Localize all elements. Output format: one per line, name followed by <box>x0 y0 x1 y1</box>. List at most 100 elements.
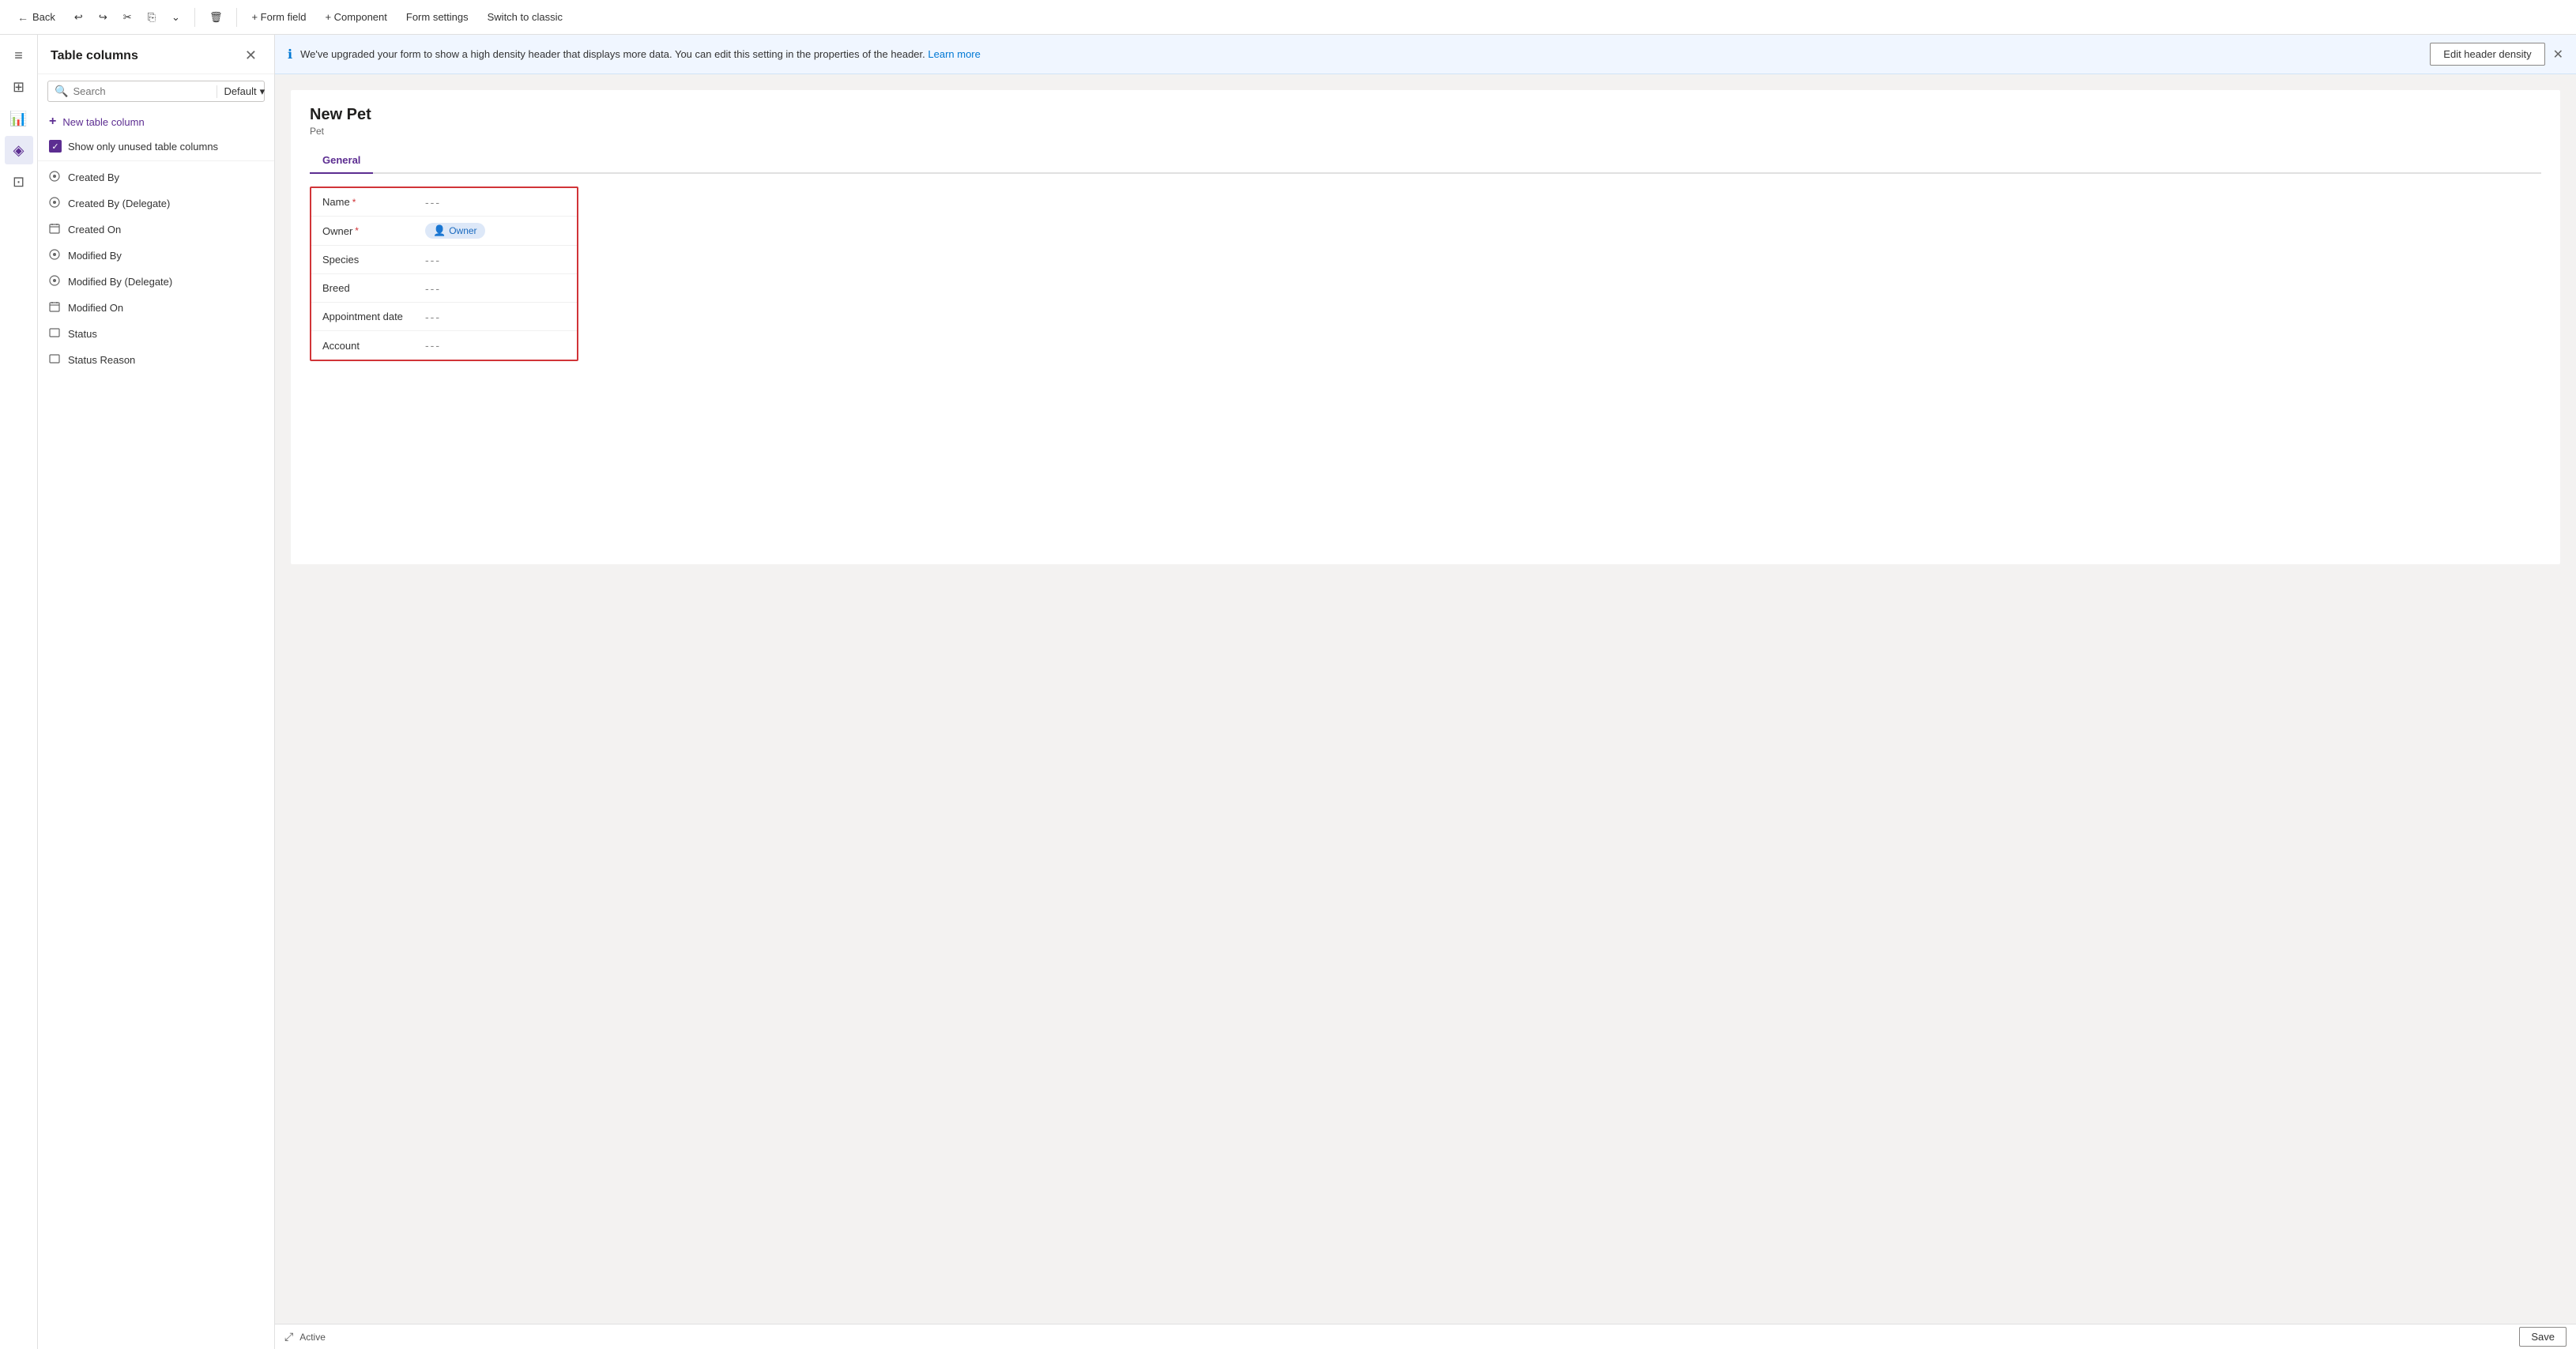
back-button[interactable]: ← Back <box>9 5 63 30</box>
columns-panel-header: Table columns ✕ <box>38 35 274 74</box>
form-settings-button[interactable]: Form settings <box>398 5 476 30</box>
field-label-appointment: Appointment date <box>322 311 425 322</box>
layers-icon: ◈ <box>13 142 24 159</box>
column-item-5[interactable]: Modified On <box>38 295 274 321</box>
column-item-0[interactable]: Created By <box>38 164 274 190</box>
search-icon: 🔍 <box>55 85 68 98</box>
status-right: Save <box>2519 1327 2567 1347</box>
form-subtitle: Pet <box>310 126 2541 137</box>
column-item-icon-4 <box>49 275 60 288</box>
field-value-appointment: --- <box>425 311 441 323</box>
field-value-owner: 👤 Owner <box>425 223 485 239</box>
column-item-4[interactable]: Modified By (Delegate) <box>38 269 274 295</box>
column-item-label-6: Status <box>68 328 97 340</box>
info-text: We've upgraded your form to show a high … <box>300 48 2422 60</box>
content-area: ℹ We've upgraded your form to show a hig… <box>275 35 2576 1349</box>
edit-density-button[interactable]: Edit header density <box>2430 43 2544 66</box>
status-label: Active <box>299 1332 326 1343</box>
main-layout: ≡ ⊞ 📊 ◈ ⊡ Table columns ✕ 🔍 Defa <box>0 35 2576 1349</box>
column-item-7[interactable]: Status Reason <box>38 347 274 373</box>
search-container: 🔍 Default ▾ <box>47 81 265 102</box>
save-button[interactable]: Save <box>2519 1327 2567 1347</box>
person-icon: 👤 <box>433 224 446 237</box>
charts-icon: 📊 <box>9 111 27 127</box>
info-bar: ℹ We've upgraded your form to show a hig… <box>275 35 2576 74</box>
form-card: New Pet Pet General Name * --- <box>291 90 2560 564</box>
required-star-name: * <box>352 197 356 208</box>
status-left: ⤢ Active <box>284 1330 326 1343</box>
copy-button[interactable]: ⎘ <box>140 5 164 30</box>
column-item-6[interactable]: Status <box>38 321 274 347</box>
column-item-label-7: Status Reason <box>68 354 135 366</box>
field-value-account: --- <box>425 339 441 352</box>
switch-classic-button[interactable]: Switch to classic <box>480 5 571 30</box>
field-value-name: --- <box>425 196 441 209</box>
unused-label: Show only unused table columns <box>68 141 218 153</box>
form-section-box: Name * --- Owner * <box>310 187 578 361</box>
copy-icon: ⎘ <box>148 11 156 24</box>
switch-classic-label: Switch to classic <box>488 11 563 23</box>
info-close-icon: ✕ <box>2553 48 2563 62</box>
columns-panel-title: Table columns <box>51 49 138 63</box>
more-icon: ⌄ <box>171 11 180 24</box>
search-input[interactable] <box>73 85 212 97</box>
cut-icon: ✂ <box>123 11 132 24</box>
chevron-down-icon: ▾ <box>260 85 266 98</box>
column-item-1[interactable]: Created By (Delegate) <box>38 190 274 217</box>
save-label: Save <box>2531 1331 2555 1343</box>
default-dropdown[interactable]: Default ▾ <box>217 85 265 98</box>
dropdown-label: Default <box>224 85 256 97</box>
form-settings-label: Form settings <box>406 11 469 23</box>
field-row-name: Name * --- <box>311 188 577 217</box>
unused-checkbox[interactable]: ✓ <box>49 140 62 153</box>
column-item-label-0: Created By <box>68 171 119 183</box>
undo-icon: ↩ <box>74 11 83 24</box>
field-row-account: Account --- <box>311 331 577 360</box>
sidebar-charts-btn[interactable]: 📊 <box>5 104 33 133</box>
toolbar-divider-1 <box>194 8 195 27</box>
field-value-breed: --- <box>425 282 441 295</box>
views-icon: ⊞ <box>13 79 24 96</box>
field-row-appointment: Appointment date --- <box>311 303 577 331</box>
learn-more-link[interactable]: Learn more <box>928 48 980 60</box>
field-label-name: Name * <box>322 196 425 208</box>
sidebar-relations-btn[interactable]: ⊡ <box>5 168 33 196</box>
column-item-2[interactable]: Created On <box>38 217 274 243</box>
redo-button[interactable]: ↪ <box>91 5 115 30</box>
undo-button[interactable]: ↩ <box>66 5 91 30</box>
new-table-column-label: New table column <box>62 116 144 128</box>
back-label: Back <box>32 11 55 23</box>
unused-checkbox-row[interactable]: ✓ Show only unused table columns <box>38 135 274 161</box>
new-table-column-button[interactable]: + New table column <box>38 108 274 135</box>
column-item-3[interactable]: Modified By <box>38 243 274 269</box>
relations-icon: ⊡ <box>13 174 24 190</box>
delete-button[interactable]: 🗑 <box>201 5 231 30</box>
status-bar: ⤢ Active Save <box>275 1324 2576 1349</box>
column-item-icon-3 <box>49 249 60 262</box>
expand-button[interactable]: ⤢ <box>284 1330 293 1343</box>
column-item-label-3: Modified By <box>68 250 122 262</box>
close-icon: ✕ <box>245 47 257 63</box>
column-item-icon-6 <box>49 327 60 341</box>
info-bar-close-button[interactable]: ✕ <box>2553 47 2563 62</box>
column-item-label-1: Created By (Delegate) <box>68 198 170 209</box>
column-item-icon-0 <box>49 171 60 184</box>
tab-general[interactable]: General <box>310 148 373 174</box>
sidebar-hamburger-btn[interactable]: ≡ <box>5 41 33 70</box>
sidebar-views-btn[interactable]: ⊞ <box>5 73 33 101</box>
field-label-species: Species <box>322 254 425 266</box>
owner-pill: 👤 Owner <box>425 223 485 239</box>
required-star-owner: * <box>355 225 359 236</box>
hamburger-icon: ≡ <box>14 47 23 64</box>
column-item-icon-2 <box>49 223 60 236</box>
component-button[interactable]: + Component <box>317 5 394 30</box>
form-canvas: New Pet Pet General Name * --- <box>275 74 2576 1324</box>
sidebar-layers-btn[interactable]: ◈ <box>5 136 33 164</box>
column-item-label-2: Created On <box>68 224 121 236</box>
cut-button[interactable]: ✂ <box>115 5 140 30</box>
form-field-button[interactable]: + Form field <box>243 5 314 30</box>
columns-panel-close-button[interactable]: ✕ <box>240 46 262 66</box>
column-item-icon-5 <box>49 301 60 315</box>
field-row-owner: Owner * 👤 Owner <box>311 217 577 246</box>
more-button[interactable]: ⌄ <box>164 5 188 30</box>
